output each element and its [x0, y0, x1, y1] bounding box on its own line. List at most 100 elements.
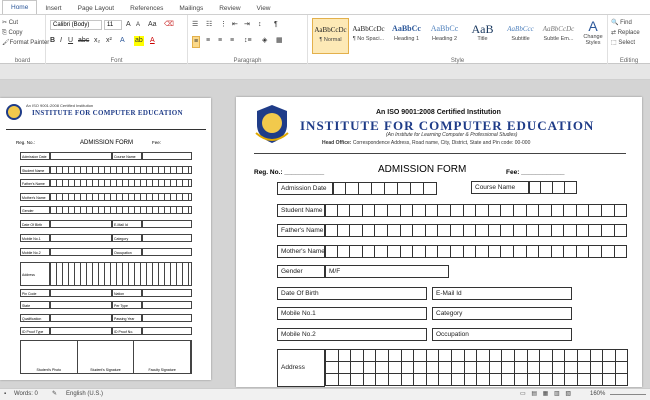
input-box[interactable] [411, 182, 424, 195]
view-buttons[interactable]: ▭ ▤ ▦ ▥ ▧ [520, 389, 573, 400]
input-box[interactable] [362, 245, 376, 258]
input-box[interactable] [551, 373, 566, 386]
input-box[interactable] [602, 245, 615, 258]
input-box[interactable] [425, 245, 439, 258]
input-box[interactable] [565, 181, 577, 194]
shrink-font-icon[interactable]: A [136, 20, 140, 30]
input-box[interactable] [476, 224, 489, 237]
bold-icon[interactable]: B [50, 36, 55, 46]
input-box[interactable] [337, 373, 352, 386]
underline-icon[interactable]: U [68, 36, 73, 46]
input-box[interactable] [526, 224, 540, 237]
input-box[interactable] [362, 204, 376, 217]
input-box[interactable] [387, 245, 401, 258]
input-box[interactable] [325, 373, 339, 386]
input-box[interactable] [450, 245, 464, 258]
tab-review[interactable]: Review [211, 3, 248, 14]
format-painter-button[interactable]: 🖌Format Painter [2, 38, 49, 48]
justify-icon[interactable]: ≡ [230, 36, 234, 46]
numbering-icon[interactable]: ☷ [206, 20, 212, 30]
input-box[interactable] [602, 373, 616, 386]
input-box[interactable] [476, 204, 489, 217]
input-box[interactable] [325, 204, 338, 217]
align-left-icon[interactable]: ≡ [192, 36, 201, 48]
input-box[interactable] [375, 373, 389, 386]
tab-references[interactable]: References [122, 3, 171, 14]
highlight-icon[interactable]: ab [134, 36, 144, 46]
input-box[interactable] [564, 373, 578, 386]
input-box[interactable] [488, 224, 502, 237]
tab-insert[interactable]: Insert [37, 3, 69, 14]
input-box[interactable] [513, 224, 527, 237]
input-box[interactable] [400, 204, 414, 217]
clear-format-icon[interactable]: ⌫ [164, 20, 174, 30]
input-box[interactable] [425, 224, 439, 237]
input-box[interactable] [413, 245, 426, 258]
input-box[interactable] [589, 373, 604, 386]
input-box[interactable] [539, 245, 552, 258]
email-field[interactable]: E-Mail Id [432, 287, 572, 300]
input-box[interactable] [438, 373, 452, 386]
superscript-icon[interactable]: x² [106, 36, 112, 46]
strikethrough-icon[interactable]: abc [78, 36, 89, 46]
input-box[interactable] [614, 245, 628, 258]
input-box[interactable] [350, 245, 363, 258]
input-box[interactable] [488, 245, 502, 258]
input-box[interactable] [388, 373, 402, 386]
input-box[interactable] [375, 204, 388, 217]
input-box[interactable] [398, 182, 411, 195]
input-box[interactable] [551, 204, 565, 217]
input-box[interactable] [413, 204, 426, 217]
input-box[interactable] [501, 245, 514, 258]
word-count[interactable]: Words: 0 [14, 389, 38, 400]
input-box[interactable] [529, 181, 541, 194]
mobile-2-field[interactable]: Mobile No.2 [277, 328, 427, 341]
category-field[interactable]: Category [432, 307, 572, 320]
input-box[interactable] [438, 204, 451, 217]
input-box[interactable] [614, 373, 629, 386]
input-box[interactable] [350, 373, 364, 386]
input-box[interactable] [602, 204, 615, 217]
input-box[interactable] [375, 224, 388, 237]
input-box[interactable] [359, 182, 372, 195]
zoom-level[interactable]: 160% [590, 389, 605, 400]
mother-name-boxes[interactable] [325, 245, 628, 258]
bullets-icon[interactable]: ☰ [192, 20, 198, 30]
tab-home[interactable]: Home [2, 0, 38, 14]
increase-indent-icon[interactable]: ⇥ [244, 20, 250, 30]
input-box[interactable] [576, 204, 590, 217]
input-box[interactable] [526, 245, 540, 258]
input-box[interactable] [614, 204, 628, 217]
input-box[interactable] [463, 373, 478, 386]
input-box[interactable] [514, 373, 528, 386]
input-box[interactable] [501, 224, 514, 237]
input-box[interactable] [400, 245, 414, 258]
input-box[interactable] [463, 204, 477, 217]
input-box[interactable] [564, 245, 577, 258]
page-indicator[interactable]: ▪ [4, 389, 6, 400]
tab-page-layout[interactable]: Page Layout [70, 3, 123, 14]
input-box[interactable] [526, 204, 540, 217]
zoom-slider[interactable] [610, 394, 646, 395]
input-box[interactable] [400, 224, 414, 237]
input-box[interactable] [564, 204, 577, 217]
input-box[interactable] [387, 224, 401, 237]
input-box[interactable] [577, 373, 591, 386]
language-indicator[interactable]: English (U.S.) [66, 389, 103, 400]
sort-icon[interactable]: ↕ [258, 20, 262, 30]
input-box[interactable] [375, 245, 388, 258]
input-box[interactable] [362, 373, 377, 386]
course-name-boxes[interactable] [529, 181, 577, 194]
subscript-icon[interactable]: x₂ [94, 36, 100, 46]
input-box[interactable] [385, 182, 398, 195]
input-box[interactable] [589, 204, 603, 217]
input-box[interactable] [501, 204, 514, 217]
style-subtitle[interactable]: AaBbCcc Subtitle [502, 18, 539, 54]
input-box[interactable] [564, 224, 577, 237]
style-normal[interactable]: AaBbCcDc ¶ Normal [312, 18, 349, 54]
admission-date-boxes[interactable] [333, 182, 437, 195]
input-box[interactable] [526, 373, 541, 386]
italic-icon[interactable]: I [60, 36, 62, 46]
input-box[interactable] [362, 224, 376, 237]
borders-icon[interactable]: ▦ [276, 36, 283, 46]
